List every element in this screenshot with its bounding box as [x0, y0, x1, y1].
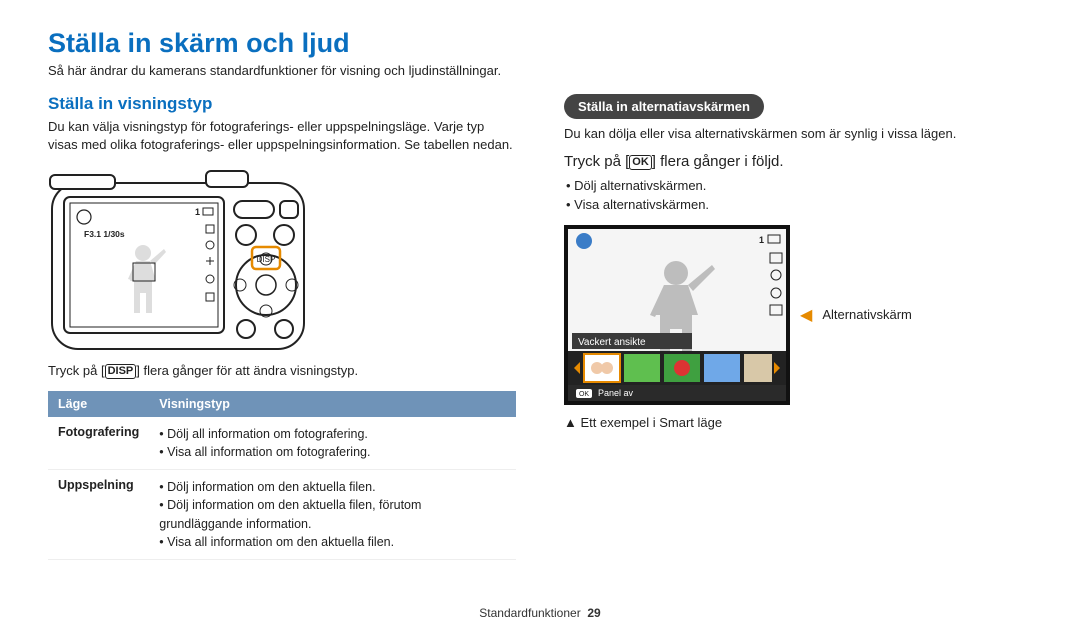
arrow-icon: ◀: [800, 305, 812, 325]
alt-screen-illustration: 1 Vackert ansikte: [564, 225, 1032, 405]
th-mode: Läge: [48, 391, 149, 417]
row1-item0: Dölj information om den aktuella filen.: [159, 478, 506, 496]
right-bullet0: Dölj alternativskärmen.: [566, 176, 1032, 196]
right-bullet1: Visa alternativskärmen.: [566, 195, 1032, 215]
page-footer: Standardfunktioner 29: [0, 606, 1080, 620]
svg-text:DISP: DISP: [257, 255, 276, 264]
svg-text:1: 1: [759, 235, 764, 245]
ok-step: Tryck på [OK] flera gånger i följd.: [564, 153, 1032, 170]
camera-illustration: 1 F3.1 1/30s: [48, 163, 516, 353]
row0-mode: Fotografering: [48, 417, 149, 470]
svg-text:Panel av: Panel av: [598, 388, 634, 398]
arrow-label: Alternativskärm: [822, 307, 912, 322]
right-column: Ställa in alternatiavskärmen Du kan dölj…: [564, 94, 1032, 560]
row1-mode: Uppspelning: [48, 470, 149, 560]
section-pill: Ställa in alternatiavskärmen: [564, 94, 764, 119]
svg-text:1: 1: [195, 207, 200, 217]
page-title: Ställa in skärm och ljud: [48, 28, 1032, 59]
row0-item0: Dölj all information om fotografering.: [159, 425, 506, 443]
ok-button-label: OK: [629, 155, 652, 170]
disp-button-label: DISP: [105, 364, 137, 379]
row1-item1: Dölj information om den aktuella filen, …: [159, 496, 506, 532]
th-type: Visningstyp: [149, 391, 516, 417]
screen-exposure-text: F3.1 1/30s: [84, 229, 125, 239]
row0-item1: Visa all information om fotografering.: [159, 443, 506, 461]
svg-text:Vackert ansikte: Vackert ansikte: [578, 337, 646, 348]
svg-text:OK: OK: [579, 391, 589, 398]
left-heading: Ställa in visningstyp: [48, 94, 516, 114]
disp-caption: Tryck på [DISP] flera gånger för att änd…: [48, 363, 516, 379]
intro-text: Så här ändrar du kamerans standardfunkti…: [48, 63, 1032, 78]
row1-item2: Visa all information om den aktuella fil…: [159, 533, 506, 551]
mode-table: Läge Visningstyp Fotografering Dölj all …: [48, 391, 516, 560]
example-caption: ▲ Ett exempel i Smart läge: [564, 415, 1032, 430]
left-para: Du kan välja visningstyp för fotograferi…: [48, 118, 516, 153]
left-column: Ställa in visningstyp Du kan välja visni…: [48, 94, 516, 560]
right-para: Du kan dölja eller visa alternativskärme…: [564, 125, 1032, 143]
